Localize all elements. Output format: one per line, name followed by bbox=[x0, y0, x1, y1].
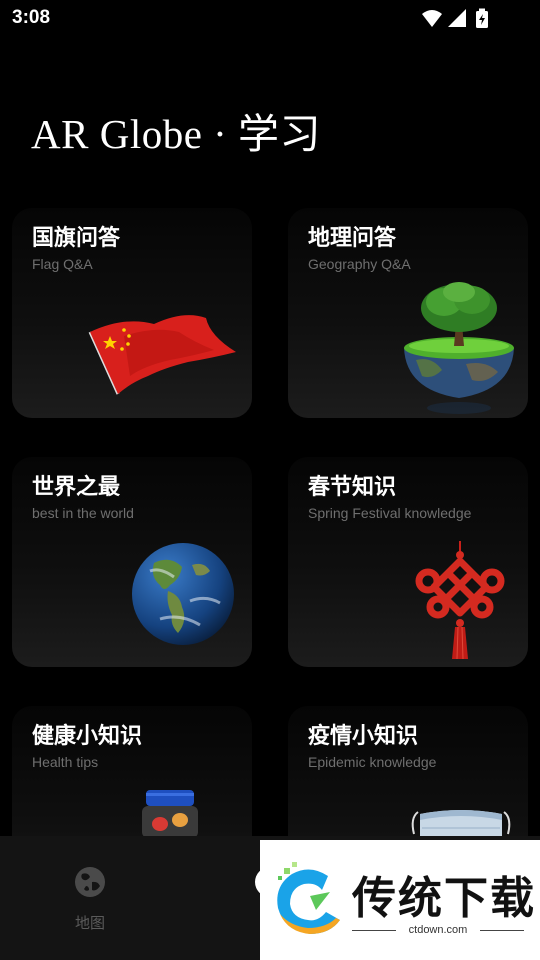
wifi-icon bbox=[422, 10, 442, 27]
card-subtitle: Flag Q&A bbox=[32, 256, 93, 272]
card-flag-qa[interactable]: 国旗问答 Flag Q&A bbox=[12, 208, 252, 418]
flag-icon bbox=[88, 315, 236, 395]
card-title: 地理问答 bbox=[308, 226, 397, 251]
chinese-knot-icon bbox=[415, 541, 505, 660]
card-title: 疫情小知识 bbox=[308, 724, 419, 749]
ctdown-logo-icon bbox=[277, 862, 340, 934]
card-subtitle: Epidemic knowledge bbox=[308, 754, 437, 770]
globe-icon bbox=[75, 867, 105, 897]
card-title: 健康小知识 bbox=[32, 724, 143, 749]
card-spring-festival-knowledge[interactable]: 春节知识 Spring Festival knowledge bbox=[288, 457, 528, 667]
card-title: 国旗问答 bbox=[32, 226, 121, 251]
card-geography-qa[interactable]: 地理问答 Geography Q&A bbox=[288, 208, 528, 418]
watermark-domain: ctdown.com bbox=[408, 924, 468, 936]
tree-globe-icon bbox=[404, 282, 514, 414]
card-subtitle: Geography Q&A bbox=[308, 256, 411, 272]
nav-item-map[interactable]: 地图 bbox=[0, 836, 180, 960]
card-subtitle: Health tips bbox=[32, 754, 99, 770]
face-mask-icon bbox=[411, 810, 511, 840]
card-title: 世界之最 bbox=[32, 475, 121, 500]
watermark-text: 传统下载 bbox=[352, 873, 536, 924]
pill-bottle-icon bbox=[142, 790, 198, 838]
signal-icon bbox=[448, 9, 466, 27]
page-title: AR Globe · 学习 bbox=[31, 111, 322, 157]
earth-icon bbox=[132, 543, 234, 645]
card-subtitle: best in the world bbox=[32, 505, 134, 521]
card-title: 春节知识 bbox=[308, 475, 397, 500]
status-time: 3:08 bbox=[12, 7, 51, 28]
card-subtitle: Spring Festival knowledge bbox=[308, 505, 472, 521]
battery-icon bbox=[476, 8, 488, 28]
status-icons bbox=[422, 8, 488, 28]
nav-label: 地图 bbox=[74, 914, 105, 932]
watermark: 传统下载 ctdown.com bbox=[260, 840, 540, 960]
card-best-in-the-world[interactable]: 世界之最 best in the world bbox=[12, 457, 252, 667]
status-bar: 3:08 bbox=[0, 0, 540, 38]
